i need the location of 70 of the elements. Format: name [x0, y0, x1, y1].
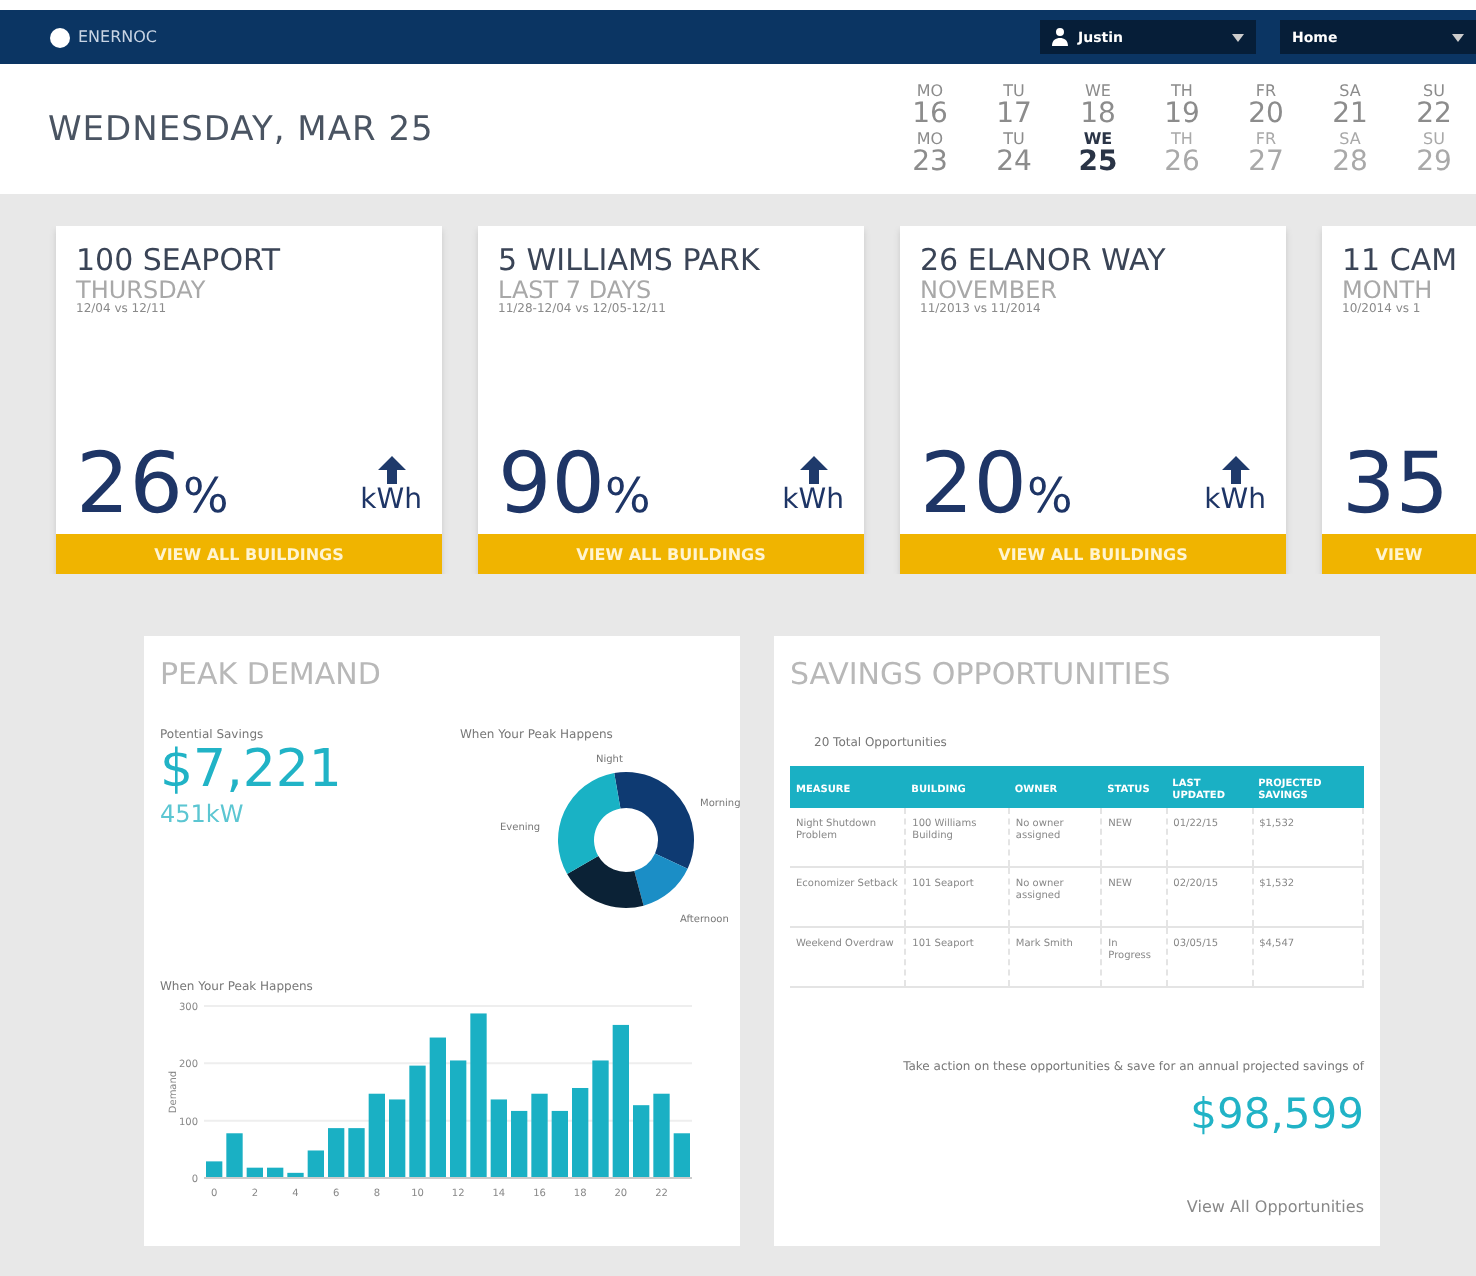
logo-icon: [48, 25, 72, 49]
bar: [246, 1167, 263, 1178]
bar: [429, 1037, 446, 1178]
calendar-day[interactable]: MO 23: [888, 131, 972, 175]
bar: [531, 1093, 548, 1178]
percent-value: 26%: [76, 442, 229, 526]
calendar-day[interactable]: SU 29: [1392, 131, 1476, 175]
period-label: THURSDAY: [76, 278, 208, 302]
bar: [511, 1110, 528, 1178]
bar: [389, 1099, 406, 1178]
calendar-day[interactable]: FR 20: [1224, 83, 1308, 127]
panel-title: PEAK DEMAND: [160, 656, 383, 692]
percent-value: 90%: [498, 442, 651, 526]
bar: [551, 1110, 568, 1178]
calendar-day[interactable]: SU 22: [1392, 83, 1476, 127]
calendar-day[interactable]: FR 27: [1224, 131, 1308, 175]
bar: [673, 1133, 690, 1178]
building-name: 26 ELANOR WAY: [920, 242, 1168, 278]
building-name: 100 SEAPORT: [76, 242, 283, 278]
panel-title: SAVINGS OPPORTUNITIES: [790, 656, 1173, 692]
date-title: WEDNESDAY, MAR 25: [48, 109, 436, 149]
bar: [592, 1060, 609, 1178]
bar: [328, 1128, 345, 1178]
demand-value: 451kW: [160, 799, 246, 828]
bar: [450, 1060, 467, 1178]
bar: [226, 1133, 243, 1178]
view-all-buildings-button[interactable]: VIEW ALL BUILDINGS: [56, 534, 442, 574]
caret-icon: [1232, 33, 1244, 41]
calendar-day[interactable]: SA 21: [1308, 83, 1392, 127]
donut-chart-drawing: [556, 770, 696, 910]
metric-label: kWh: [782, 484, 844, 516]
building-name: 11 CAM: [1342, 242, 1456, 278]
arrow-up-icon: [799, 456, 828, 484]
period-label: LAST 7 DAYS: [498, 278, 652, 302]
percent-value: 20%: [920, 442, 1073, 526]
bar: [307, 1150, 324, 1178]
calendar-day[interactable]: WE 25: [1056, 131, 1140, 175]
savings-value: $7,221: [160, 742, 344, 800]
bar: [409, 1065, 426, 1178]
calendar-day[interactable]: TU 24: [972, 131, 1056, 175]
total-savings: $98,599: [1188, 1090, 1364, 1138]
bar: [368, 1093, 385, 1178]
view-all-buildings-button[interactable]: VIEW: [1322, 534, 1476, 574]
calendar-day[interactable]: TU 17: [972, 83, 1056, 127]
calendar-day[interactable]: TH 19: [1140, 83, 1224, 127]
period-label: NOVEMBER: [920, 278, 1060, 302]
bar: [572, 1088, 589, 1178]
calendar-day[interactable]: SA 28: [1308, 131, 1392, 175]
bar: [287, 1172, 304, 1178]
bar: [633, 1105, 650, 1178]
period-label: MONTH: [1342, 278, 1435, 302]
bar: [348, 1128, 365, 1178]
calendar-day[interactable]: WE 18: [1056, 83, 1140, 127]
view-all-link[interactable]: View All Opportunities: [1186, 1198, 1364, 1216]
bar: [267, 1167, 284, 1178]
person-icon: [1052, 28, 1068, 46]
bar: [653, 1093, 670, 1178]
view-all-buildings-button[interactable]: VIEW ALL BUILDINGS: [478, 534, 864, 574]
logo-text: ENERNOC: [78, 28, 158, 46]
arrow-up-icon: [377, 456, 406, 484]
metric-label: kWh: [360, 484, 422, 516]
caret-icon: [1452, 33, 1464, 41]
calendar-day[interactable]: TH 26: [1140, 131, 1224, 175]
metric-label: kWh: [1204, 484, 1266, 516]
percent-value: 35: [1342, 442, 1449, 526]
arrow-up-icon: [1221, 456, 1250, 484]
building-name: 5 WILLIAMS PARK: [498, 242, 762, 278]
view-all-buildings-button[interactable]: VIEW ALL BUILDINGS: [900, 534, 1286, 574]
calendar-day[interactable]: MO 16: [888, 83, 972, 127]
bar: [490, 1099, 507, 1178]
